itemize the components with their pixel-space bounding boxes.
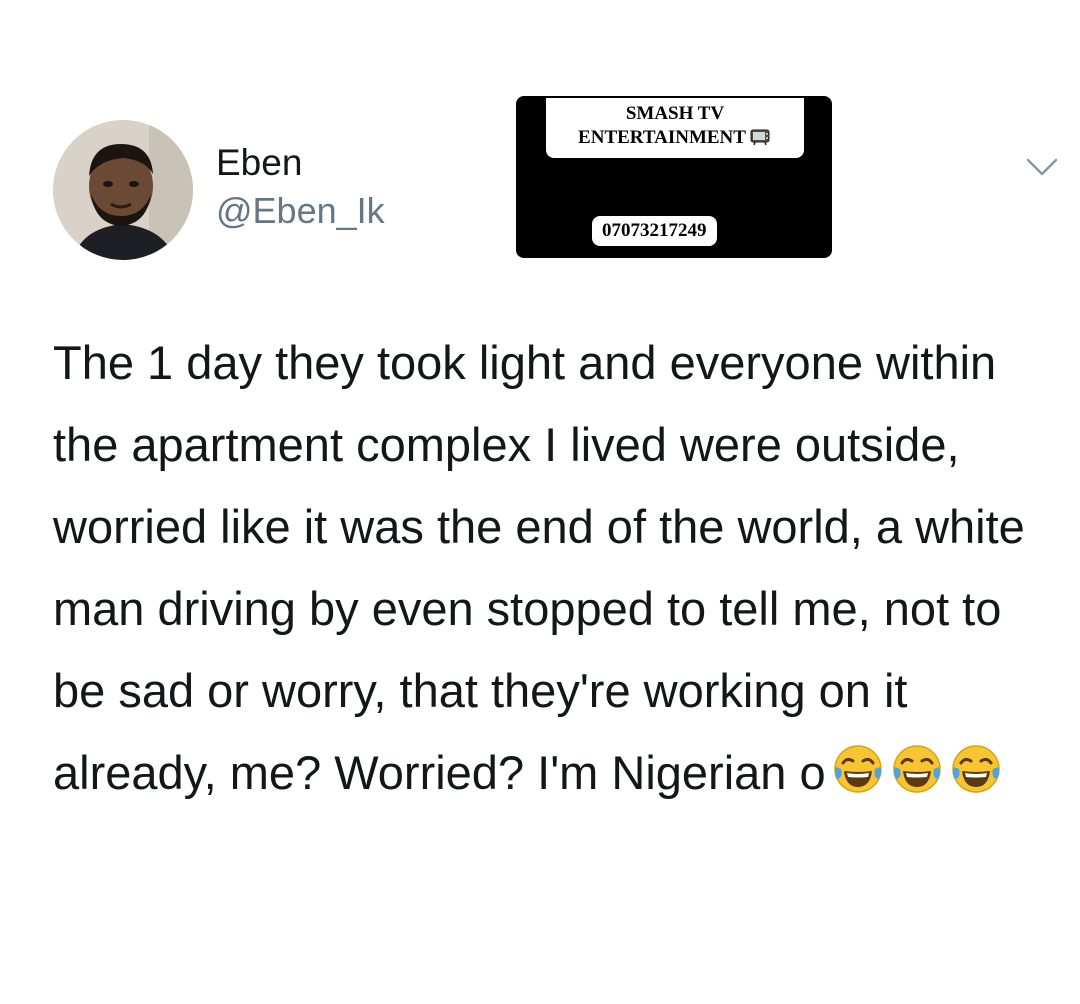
watermark-line2: ENTERTAINMENT <box>546 126 804 150</box>
user-handle[interactable]: @Eben_Ik <box>216 190 385 232</box>
avatar[interactable] <box>53 120 193 260</box>
user-avatar-icon <box>53 120 193 260</box>
tears-of-joy-emoji-icon <box>950 743 1002 795</box>
tweet-text: The 1 day they took light and everyone w… <box>53 322 1063 820</box>
display-name[interactable]: Eben <box>216 142 302 184</box>
emoji-group <box>832 738 1009 820</box>
tv-icon <box>750 128 772 146</box>
tears-of-joy-emoji-icon <box>832 743 884 795</box>
chevron-down-icon[interactable] <box>1022 150 1062 180</box>
watermark-line1: SMASH TV <box>625 103 725 124</box>
tweet-body: The 1 day they took light and everyone w… <box>53 336 1025 799</box>
watermark-logo: SMASH TV ENTERTAINMENT 07073217249 <box>516 96 832 258</box>
watermark-phone: 07073217249 <box>592 216 717 246</box>
watermark-title: SMASH TV ENTERTAINMENT <box>546 98 804 158</box>
tears-of-joy-emoji-icon <box>891 743 943 795</box>
